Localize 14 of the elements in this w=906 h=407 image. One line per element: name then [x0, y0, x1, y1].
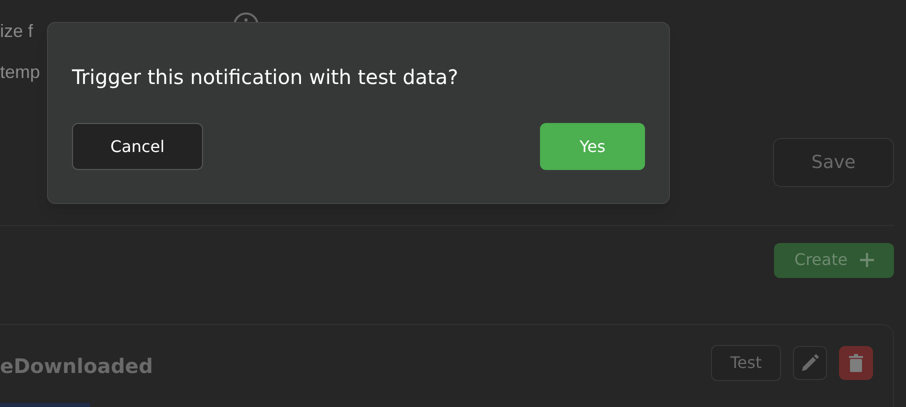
- delete-button[interactable]: [839, 346, 873, 380]
- create-button[interactable]: Create: [774, 242, 894, 278]
- cancel-button[interactable]: Cancel: [72, 123, 203, 170]
- dialog-message: Trigger this notification with test data?: [72, 65, 460, 90]
- save-button[interactable]: Save: [773, 138, 894, 186]
- pencil-icon: [801, 354, 819, 372]
- plus-icon: [860, 253, 874, 267]
- notification-title: eDownloaded: [0, 353, 153, 380]
- test-button[interactable]: Test: [711, 345, 781, 381]
- edit-button[interactable]: [793, 346, 827, 380]
- trash-icon: [849, 354, 863, 372]
- yes-button[interactable]: Yes: [540, 123, 645, 170]
- template-label: temp: [0, 63, 40, 81]
- field-label: ize f: [0, 22, 34, 40]
